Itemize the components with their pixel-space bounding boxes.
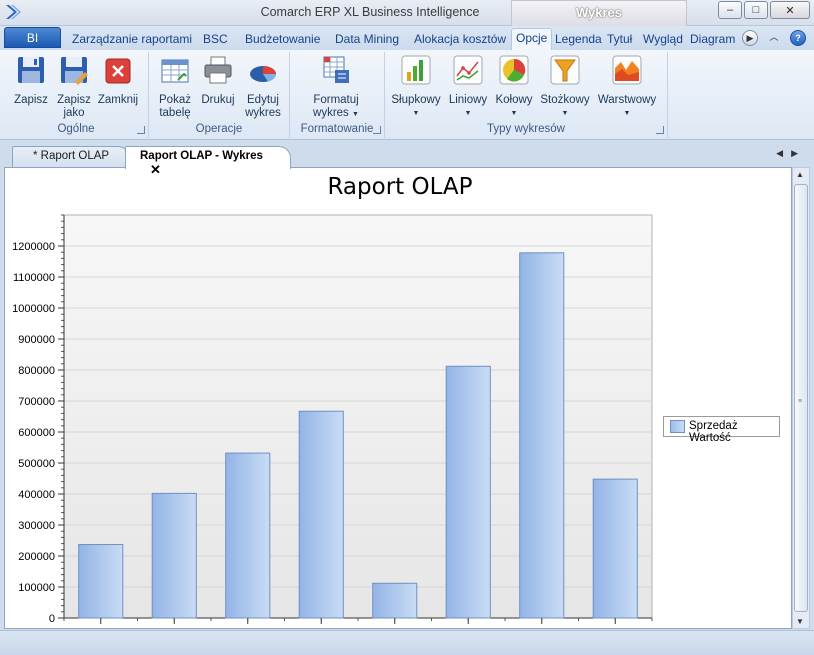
chart-legend: Sprzedaż Wartość bbox=[663, 416, 780, 444]
bar bbox=[519, 252, 565, 619]
legend-swatch bbox=[670, 420, 685, 433]
y-tick-label: 1200000 bbox=[12, 241, 55, 253]
y-tick-label: 800000 bbox=[18, 365, 55, 377]
y-tick-label: 700000 bbox=[18, 396, 55, 408]
bar bbox=[592, 478, 638, 619]
y-tick-label: 300000 bbox=[18, 520, 55, 532]
y-tick-label: 900000 bbox=[18, 334, 55, 346]
bar bbox=[78, 544, 124, 619]
bar bbox=[445, 365, 491, 619]
y-tick-label: 100000 bbox=[18, 582, 55, 594]
close-tab-icon[interactable]: ✕ bbox=[150, 162, 161, 178]
scroll-thumb[interactable]: ≡ bbox=[794, 184, 808, 612]
bar-chart: 0 100000 200000 300000 400000 500000 600000 700… bbox=[12, 214, 653, 625]
bar bbox=[151, 492, 197, 619]
y-tick-label: 600000 bbox=[18, 427, 55, 439]
scroll-down-icon[interactable]: ▼ bbox=[796, 617, 804, 626]
y-tick-label: 1100000 bbox=[13, 272, 55, 284]
status-bar bbox=[0, 630, 814, 655]
scroll-up-icon[interactable]: ▲ bbox=[796, 170, 804, 179]
bar bbox=[372, 582, 418, 619]
bar bbox=[225, 452, 271, 619]
vertical-scrollbar[interactable]: ▲ ≡ ▼ bbox=[792, 167, 810, 629]
y-tick-label: 200000 bbox=[18, 551, 55, 563]
doc-tab-raport-olap-wykres[interactable]: Raport OLAP - Wykres✕ bbox=[125, 146, 291, 177]
y-tick-label: 400000 bbox=[18, 489, 55, 501]
y-tick-label: 500000 bbox=[18, 458, 55, 470]
bar bbox=[298, 410, 344, 619]
legend-label: Sprzedaż Wartość bbox=[689, 420, 738, 444]
y-tick-label: 1000000 bbox=[12, 303, 55, 315]
y-tick-label: 0 bbox=[49, 613, 55, 625]
